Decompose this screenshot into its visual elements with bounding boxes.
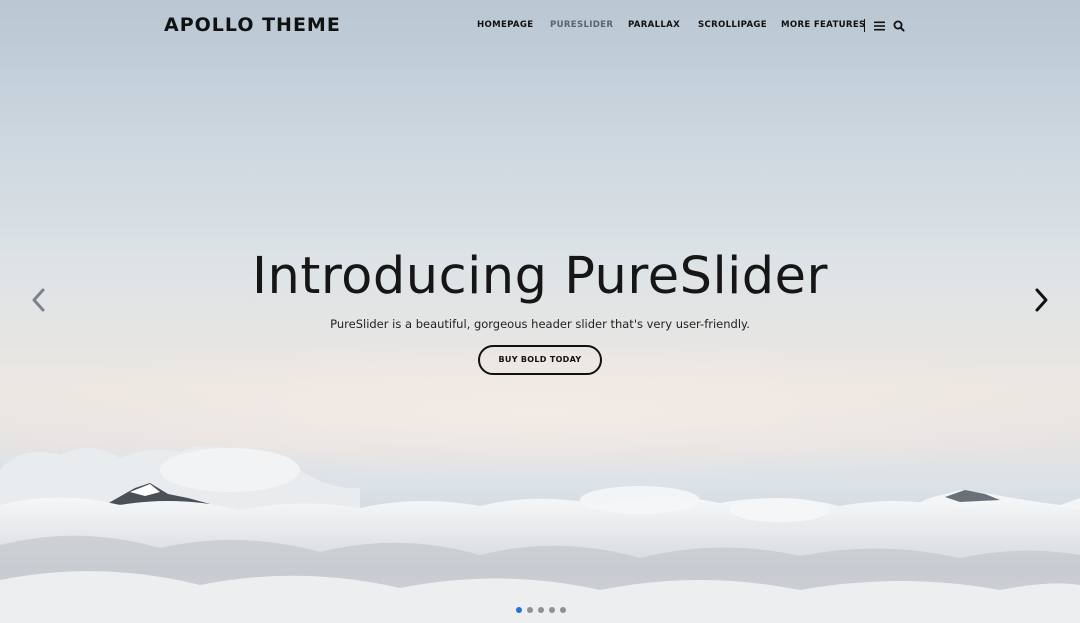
pagination-dot[interactable] bbox=[549, 607, 555, 613]
pagination-dot[interactable] bbox=[527, 607, 533, 613]
search-icon[interactable] bbox=[892, 19, 906, 33]
slide-title: Introducing PureSlider bbox=[251, 247, 829, 306]
nav-item-more-features[interactable]: MORE FEATURES bbox=[781, 20, 865, 30]
hamburger-menu-icon[interactable] bbox=[873, 19, 887, 33]
slide-caption: Introducing PureSlider PureSlider is a b… bbox=[0, 245, 1080, 375]
nav-item-parallax[interactable]: PARALLAX bbox=[628, 20, 680, 30]
pagination-dot[interactable] bbox=[560, 607, 566, 613]
slide-subtitle: PureSlider is a beautiful, gorgeous head… bbox=[330, 317, 750, 331]
chevron-left-icon[interactable] bbox=[29, 286, 49, 314]
nav-divider bbox=[864, 19, 865, 32]
nav-item-pureslider[interactable]: PURESLIDER bbox=[550, 20, 613, 30]
nav-item-scrollipage[interactable]: SCROLLIPAGE bbox=[698, 20, 767, 30]
pagination-dot[interactable] bbox=[538, 607, 544, 613]
site-logo[interactable]: APOLLO THEME bbox=[164, 14, 341, 36]
chevron-right-icon[interactable] bbox=[1031, 286, 1051, 314]
pagination-dot[interactable] bbox=[516, 607, 522, 613]
nav-item-homepage[interactable]: HOMEPAGE bbox=[477, 20, 533, 30]
site-header: APOLLO THEME HOMEPAGE PURESLIDER PARALLA… bbox=[0, 0, 1080, 52]
buy-bold-today-button[interactable]: BUY BOLD TODAY bbox=[477, 345, 603, 375]
